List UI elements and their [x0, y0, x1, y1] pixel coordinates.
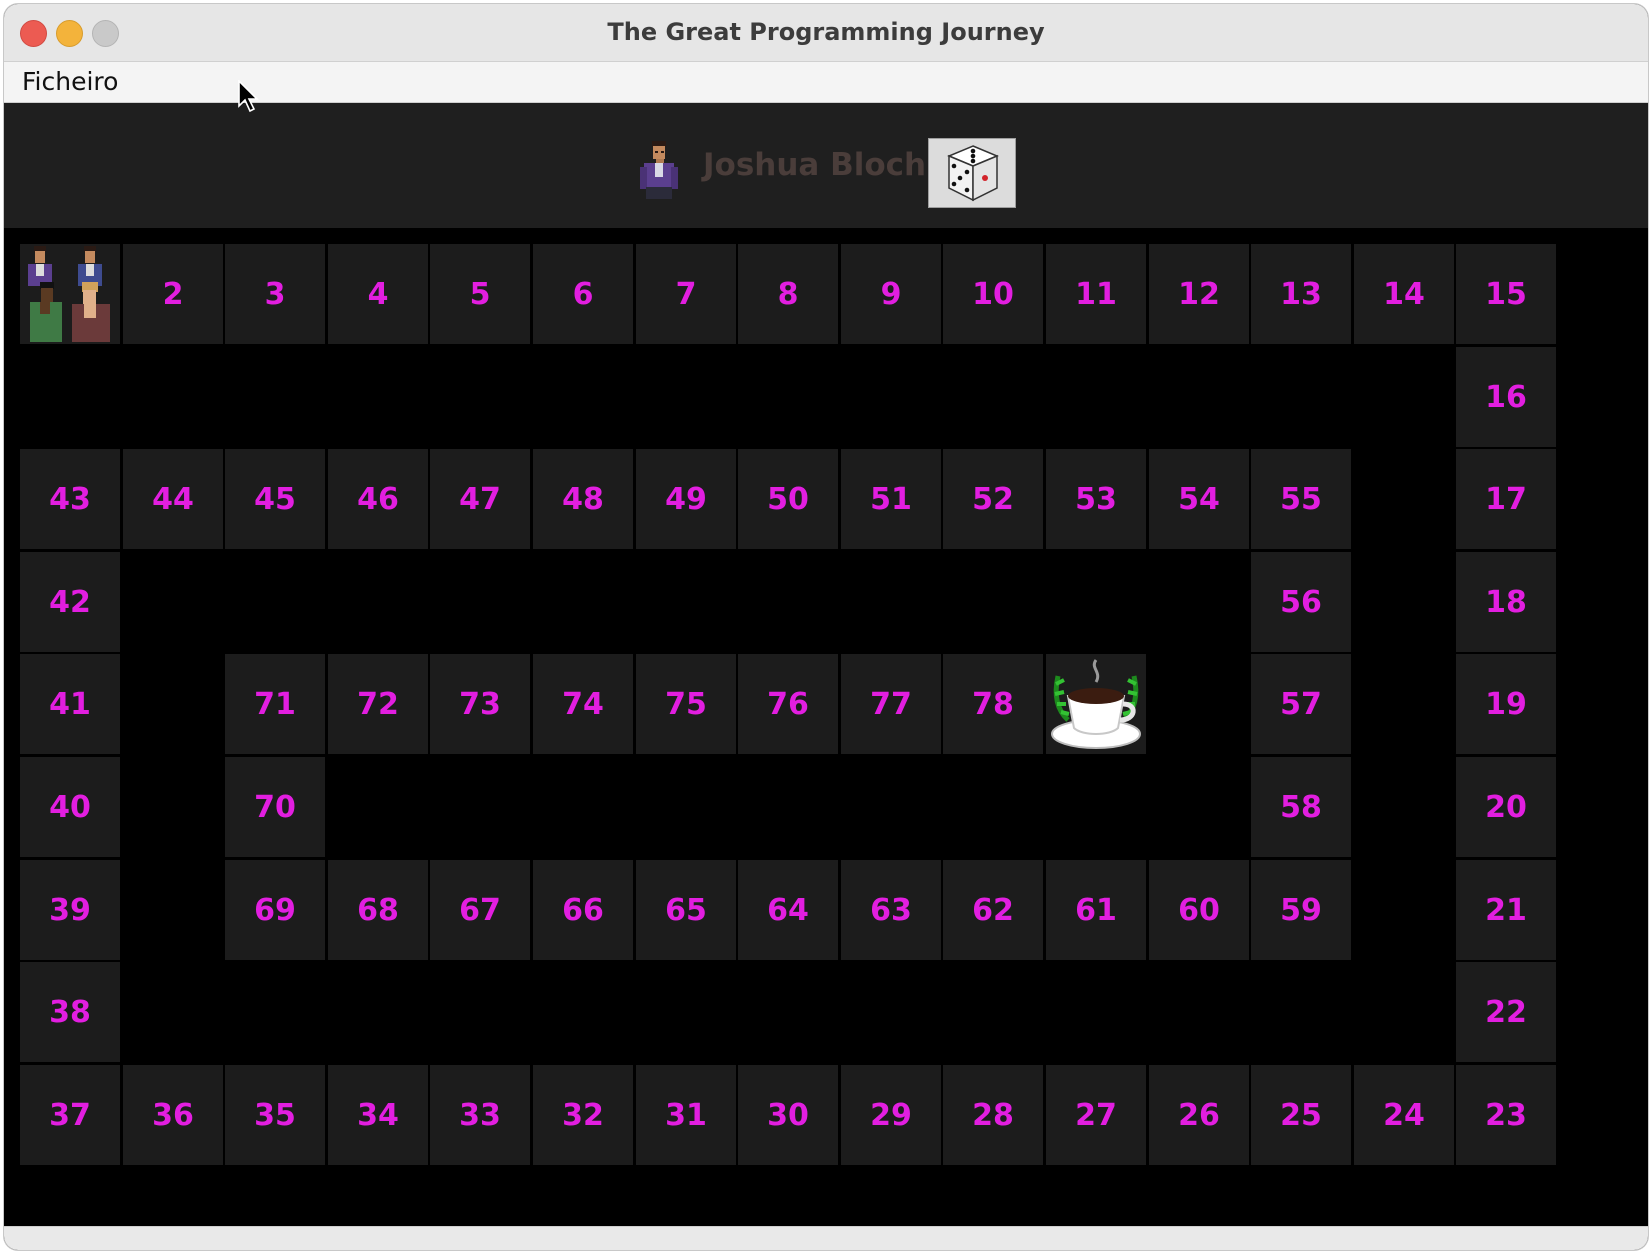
board-cell-4: 4: [328, 244, 428, 344]
game-board: 2 3 4 5 6 7 8 9 10 11 12 13 14 15 16 17 18 19 20 21 22 23 24 25…: [4, 228, 1648, 1234]
board-cell-48: 48: [533, 449, 633, 549]
board-cell-12: 12: [1149, 244, 1249, 344]
board-cell-72: 72: [328, 654, 428, 754]
board-cell-32: 32: [533, 1065, 633, 1165]
board-cell-49: 49: [636, 449, 736, 549]
board-cell-20: 20: [1456, 757, 1556, 857]
dice-icon: [947, 145, 999, 202]
board-cell-79: [1046, 654, 1146, 754]
board-cell-53: 53: [1046, 449, 1146, 549]
menu-file[interactable]: Ficheiro: [18, 62, 122, 102]
board-cell-43: 43: [20, 449, 120, 549]
current-player-avatar: [640, 141, 678, 199]
window-title: The Great Programming Journey: [607, 18, 1045, 46]
board-cell-37: 37: [20, 1065, 120, 1165]
board-cell-74: 74: [533, 654, 633, 754]
board-cell-46: 46: [328, 449, 428, 549]
board-cell-25: 25: [1251, 1065, 1351, 1165]
player-group-icon: [28, 246, 110, 342]
board-cell-77: 77: [841, 654, 941, 754]
board-cell-63: 63: [841, 860, 941, 960]
title-bar: The Great Programming Journey: [4, 4, 1648, 62]
board-cell-54: 54: [1149, 449, 1249, 549]
board-cell-17: 17: [1456, 449, 1556, 549]
board-cell-5: 5: [430, 244, 530, 344]
board-cell-66: 66: [533, 860, 633, 960]
board-cell-19: 19: [1456, 654, 1556, 754]
board-cell-3: 3: [225, 244, 325, 344]
board-cell-36: 36: [123, 1065, 223, 1165]
board-cell-34: 34: [328, 1065, 428, 1165]
board-cell-24: 24: [1354, 1065, 1454, 1165]
board-cell-60: 60: [1149, 860, 1249, 960]
board-cell-22: 22: [1456, 962, 1556, 1062]
board-cell-26: 26: [1149, 1065, 1249, 1165]
board-cell-16: 16: [1456, 347, 1556, 447]
current-player-name: Joshua Bloch: [703, 147, 927, 183]
board-cell-11: 11: [1046, 244, 1146, 344]
board-cell-56: 56: [1251, 552, 1351, 652]
board-cell-67: 67: [430, 860, 530, 960]
board-cell-1: [20, 244, 120, 344]
turn-header: Joshua Bloch: [4, 103, 1648, 228]
board-cell-10: 10: [943, 244, 1043, 344]
board-cell-52: 52: [943, 449, 1043, 549]
board-cell-45: 45: [225, 449, 325, 549]
board-cell-70: 70: [225, 757, 325, 857]
board-cell-9: 9: [841, 244, 941, 344]
board-cell-18: 18: [1456, 552, 1556, 652]
board-cell-59: 59: [1251, 860, 1351, 960]
board-cell-61: 61: [1046, 860, 1146, 960]
app-window: The Great Programming Journey Ficheiro J…: [4, 4, 1648, 1250]
board-cell-7: 7: [636, 244, 736, 344]
board-cell-2: 2: [123, 244, 223, 344]
board-cell-47: 47: [430, 449, 530, 549]
board-cell-68: 68: [328, 860, 428, 960]
board-cell-78: 78: [943, 654, 1043, 754]
board-cell-55: 55: [1251, 449, 1351, 549]
coffee-cup-icon: [1051, 659, 1141, 749]
board-cell-71: 71: [225, 654, 325, 754]
board-cell-39: 39: [20, 860, 120, 960]
board-cell-29: 29: [841, 1065, 941, 1165]
board-cell-57: 57: [1251, 654, 1351, 754]
board-cell-64: 64: [738, 860, 838, 960]
board-cell-69: 69: [225, 860, 325, 960]
board-cell-38: 38: [20, 962, 120, 1062]
board-cell-28: 28: [943, 1065, 1043, 1165]
board-cell-27: 27: [1046, 1065, 1146, 1165]
board-cell-51: 51: [841, 449, 941, 549]
board-cell-40: 40: [20, 757, 120, 857]
board-cell-33: 33: [430, 1065, 530, 1165]
board-cell-14: 14: [1354, 244, 1454, 344]
board-cell-58: 58: [1251, 757, 1351, 857]
board-cell-35: 35: [225, 1065, 325, 1165]
roll-dice-button[interactable]: [928, 138, 1016, 208]
board-cell-73: 73: [430, 654, 530, 754]
board-cell-50: 50: [738, 449, 838, 549]
board-cell-65: 65: [636, 860, 736, 960]
board-cell-21: 21: [1456, 860, 1556, 960]
board-cell-6: 6: [533, 244, 633, 344]
board-cell-13: 13: [1251, 244, 1351, 344]
board-cell-41: 41: [20, 654, 120, 754]
board-cell-31: 31: [636, 1065, 736, 1165]
mouse-cursor-icon: [238, 80, 259, 113]
horizontal-scrollbar[interactable]: [4, 1226, 1648, 1250]
board-cell-23: 23: [1456, 1065, 1556, 1165]
board-cell-44: 44: [123, 449, 223, 549]
board-cell-8: 8: [738, 244, 838, 344]
board-cell-42: 42: [20, 552, 120, 652]
board-cell-75: 75: [636, 654, 736, 754]
board-cell-76: 76: [738, 654, 838, 754]
board-cell-30: 30: [738, 1065, 838, 1165]
board-cell-62: 62: [943, 860, 1043, 960]
board-cell-15: 15: [1456, 244, 1556, 344]
